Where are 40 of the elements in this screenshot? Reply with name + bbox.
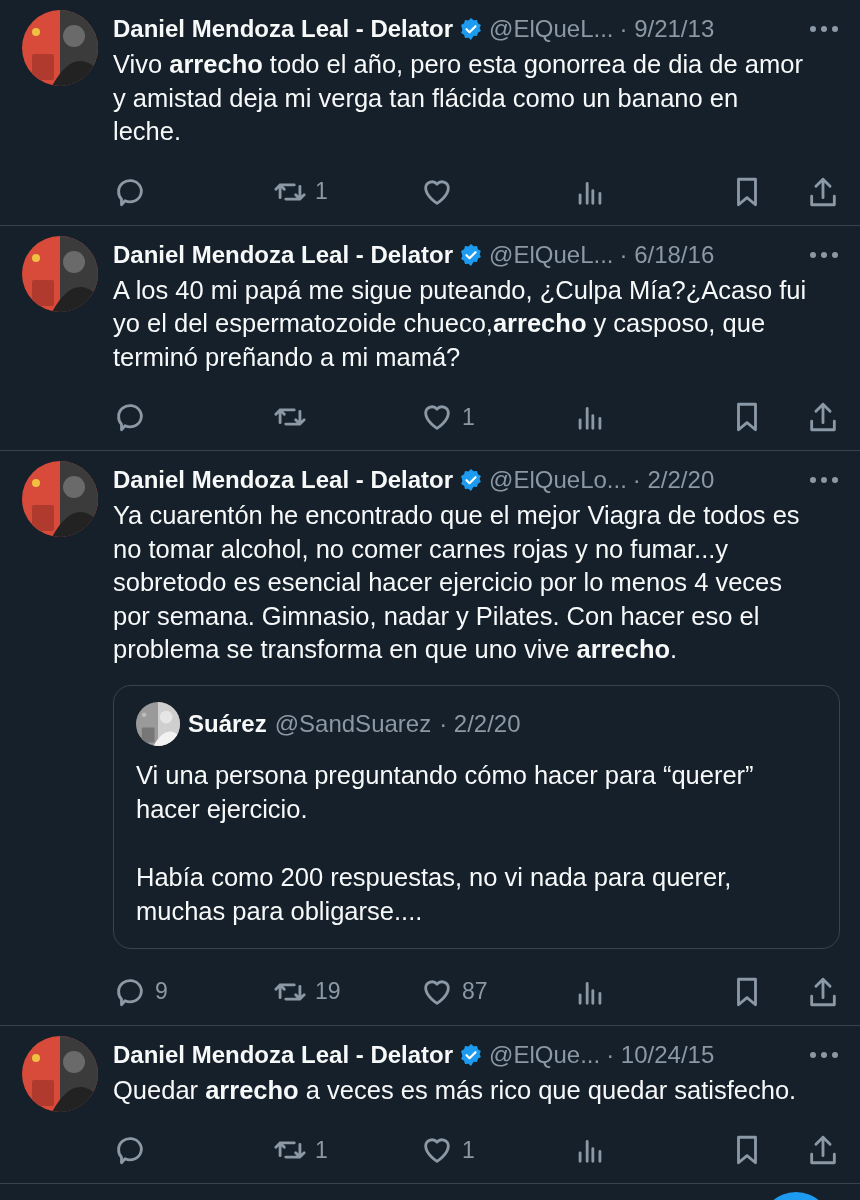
repost-count: 1 xyxy=(315,178,328,205)
post-date[interactable]: · 6/18/16 xyxy=(619,240,715,269)
author-handle[interactable]: @ElQue... xyxy=(489,1040,601,1069)
more-options-icon[interactable] xyxy=(808,250,840,259)
more-options-icon[interactable] xyxy=(808,476,840,484)
repost-count: 1 xyxy=(315,1136,328,1164)
like-count: 1 xyxy=(462,1136,475,1164)
reply-count: 9 xyxy=(155,978,168,1005)
post-date[interactable]: · 2/2/20 xyxy=(632,466,715,494)
tweet-card[interactable]: Daniel Mendoza Leal - Delator @ElQue... · 10/24/15 Quedar arrecho a veces es más rico que quedar satisfecho. 1 1 xyxy=(0,1025,860,1184)
verified-badge-icon xyxy=(459,17,484,41)
tweet-card[interactable]: Daniel Mendoza Leal - Delator @ElQueL... · 9/21/13 Vivo arrecho todo el año, pero esta gonorrea de dia de amor y amistad deja mi verga tan flácida como un banano en leche. 1 xyxy=(0,0,860,226)
quote-text: Vi una persona preguntando cómo hacer para “querer” hacer ejercicio. xyxy=(136,759,755,825)
author-handle[interactable]: @ElQueLo... xyxy=(489,466,627,494)
author-name[interactable]: Daniel Mendoza Leal - Delator xyxy=(113,15,454,43)
post-date[interactable]: · 10/24/15 xyxy=(606,1040,715,1069)
tweet-text: A los 40 mi papá me sigue puteando, ¿Culpa Mía?¿Acaso fui yo el del espermatozoide chueco,arrecho y casposo, que terminó preñando a mi mamá? xyxy=(113,274,808,373)
verified-badge-icon xyxy=(459,1042,484,1067)
tweet-card[interactable]: Daniel Mendoza Leal - Delator @ElQueL... · 6/18/16 A los 40 mi papá me sigue puteando, ¿Culpa Mía?¿Acaso fui yo el del espermatozoide chueco,arrecho y casposo, que terminó preñando a mi mamá? 1 xyxy=(0,225,860,451)
quote-text: Había como 200 respuestas, no vi nada para querer, muchas para obligarse.... xyxy=(136,861,733,927)
author-name[interactable]: Daniel Mendoza Leal - Delator xyxy=(113,466,454,494)
more-options-icon[interactable] xyxy=(808,1050,840,1059)
tweet-text: Vivo arrecho todo el año, pero esta gonorrea de dia de amor y amistad deja mi verga tan flácida como un banano en leche. xyxy=(113,49,804,147)
repost-count: 19 xyxy=(315,978,341,1005)
verified-badge-icon xyxy=(459,468,484,492)
verified-badge-icon xyxy=(459,242,484,267)
post-date[interactable]: · 9/21/13 xyxy=(619,15,715,43)
author-handle[interactable]: @ElQueL... xyxy=(489,240,614,269)
tweet-text: Quedar arrecho a veces es más rico que quedar satisfecho. xyxy=(113,1074,798,1106)
quoted-tweet[interactable]: Suárez @SandSuarez · 2/2/20 Vi una persona preguntando cómo hacer para “querer” hacer ejercicio. Había como 200 respuestas, no vi nada para querer, muchas para obligarse.... xyxy=(113,684,840,949)
tweet-text: Ya cuarentón he encontrado que el mejor Viagra de todos es no tomar alcohol, no comer carnes rojas y no fumar...y sobretodo es esencial hacer ejercicio por lo menos 4 veces por semana. Gimnasio, nadar y Pilates. Con hacer eso el problema se transforma en que uno vive arrecho. xyxy=(113,500,801,665)
like-count: 87 xyxy=(462,978,488,1005)
author-name[interactable]: Suárez xyxy=(188,709,267,738)
more-options-icon[interactable] xyxy=(808,25,840,33)
author-name[interactable]: Daniel Mendoza Leal - Delator xyxy=(113,1040,454,1069)
author-name[interactable]: Daniel Mendoza Leal - Delator xyxy=(113,240,454,269)
like-count: 1 xyxy=(462,403,475,431)
author-handle[interactable]: @ElQueL... xyxy=(489,15,614,43)
post-date[interactable]: · 2/2/20 xyxy=(439,709,521,738)
author-handle[interactable]: @SandSuarez xyxy=(274,709,432,738)
